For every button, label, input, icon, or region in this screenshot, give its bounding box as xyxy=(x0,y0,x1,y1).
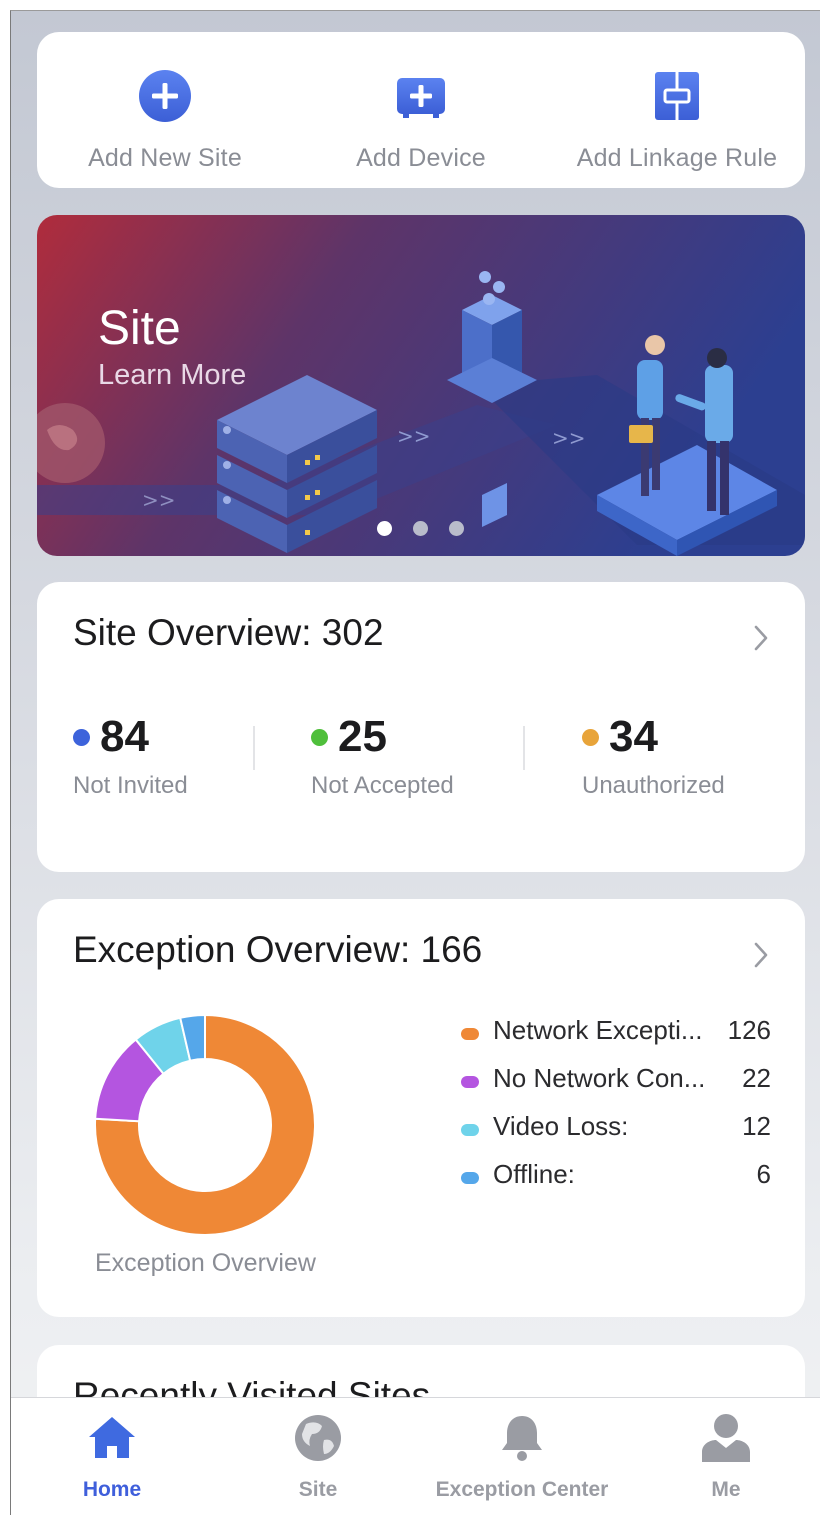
stat-label: Unauthorized xyxy=(582,772,725,799)
bottom-tab-bar: Home Site Exception Center Me xyxy=(11,1397,820,1515)
legend-swatch xyxy=(461,1124,479,1136)
legend-swatch xyxy=(461,1076,479,1088)
svg-text:>>: >> xyxy=(552,426,586,450)
chevron-right-icon[interactable] xyxy=(753,941,769,969)
tab-me[interactable]: Me xyxy=(625,1398,820,1515)
add-device-button[interactable]: Add Device xyxy=(293,32,549,188)
add-new-site-button[interactable]: Add New Site xyxy=(37,32,293,188)
add-linkage-rule-label: Add Linkage Rule xyxy=(576,144,778,172)
promo-banner[interactable]: >> >> >> Site Learn More xyxy=(37,215,805,556)
chart-caption: Exception Overview xyxy=(95,1249,316,1277)
add-device-icon xyxy=(397,78,445,118)
legend-label: Offline: xyxy=(493,1159,575,1189)
tab-label: Site xyxy=(298,1478,338,1501)
exception-overview-title: Exception Overview: 166 xyxy=(73,929,483,970)
add-linkage-rule-button[interactable]: Add Linkage Rule xyxy=(549,32,805,188)
stat-value: 25 xyxy=(338,712,387,761)
bell-icon xyxy=(502,1416,542,1461)
banner-page-dot[interactable] xyxy=(413,521,428,536)
svg-text:>>: >> xyxy=(397,424,431,448)
tab-label: Exception Center xyxy=(435,1478,609,1501)
stat-value: 34 xyxy=(609,712,658,761)
add-site-icon xyxy=(139,70,191,122)
chevron-right-icon[interactable] xyxy=(753,624,769,652)
legend-value: 126 xyxy=(727,1015,771,1045)
globe-icon xyxy=(295,1415,341,1461)
banner-page-dot[interactable] xyxy=(377,521,392,536)
legend-item[interactable]: No Network Con... 22 xyxy=(461,1063,771,1111)
legend-value: 22 xyxy=(742,1063,771,1093)
tab-label: Home xyxy=(82,1478,142,1501)
tab-site[interactable]: Site xyxy=(217,1398,419,1515)
legend-swatch xyxy=(461,1028,479,1040)
status-dot xyxy=(73,728,90,746)
stat-value: 84 xyxy=(100,712,149,761)
quick-actions-card: Add New Site Add Device Add Linkage Rule xyxy=(37,32,805,188)
tab-label: Me xyxy=(711,1478,741,1501)
home-icon xyxy=(89,1417,135,1458)
stat-not-accepted[interactable]: 25 Not Accepted xyxy=(311,712,454,800)
legend-swatch xyxy=(461,1172,479,1184)
add-device-label: Add Device xyxy=(356,144,486,172)
legend-label: Network Excepti... xyxy=(493,1015,703,1045)
legend-label: Video Loss: xyxy=(493,1111,629,1141)
exception-overview-card[interactable]: Exception Overview: 166 Exception Overvi… xyxy=(37,899,805,1317)
banner-page-dot[interactable] xyxy=(449,521,464,536)
user-icon xyxy=(702,1414,750,1462)
add-new-site-label: Add New Site xyxy=(88,144,242,172)
banner-learn-more-link[interactable]: Learn More xyxy=(98,359,246,392)
site-overview-title: Site Overview: 302 xyxy=(73,612,384,653)
legend-value: 12 xyxy=(742,1111,771,1141)
banner-pagination xyxy=(377,521,464,536)
legend-item[interactable]: Video Loss: 12 xyxy=(461,1111,771,1159)
legend-label: No Network Con... xyxy=(493,1063,706,1093)
stat-label: Not Invited xyxy=(73,772,188,799)
status-dot xyxy=(311,728,328,746)
stat-not-invited[interactable]: 84 Not Invited xyxy=(73,712,188,800)
divider xyxy=(253,726,255,770)
banner-title: Site xyxy=(98,302,181,355)
linkage-rule-icon xyxy=(655,72,699,120)
legend-item[interactable]: Network Excepti... 126 xyxy=(461,1015,771,1063)
legend-value: 6 xyxy=(756,1159,771,1189)
stat-label: Not Accepted xyxy=(311,772,454,799)
divider xyxy=(523,726,525,770)
site-overview-card[interactable]: Site Overview: 302 84 Not Invited 25 Not… xyxy=(37,582,805,872)
exception-donut-chart xyxy=(94,1013,316,1236)
status-dot xyxy=(582,728,599,746)
stat-unauthorized[interactable]: 34 Unauthorized xyxy=(582,712,725,800)
tab-exception-center[interactable]: Exception Center xyxy=(421,1398,623,1515)
tab-home[interactable]: Home xyxy=(11,1398,213,1515)
legend-item[interactable]: Offline: 6 xyxy=(461,1159,771,1207)
chart-legend: Network Excepti... 126 No Network Con...… xyxy=(461,1015,771,1207)
app-screen: Add New Site Add Device Add Linkage Rule xyxy=(10,10,820,1515)
svg-text:>>: >> xyxy=(142,488,176,512)
